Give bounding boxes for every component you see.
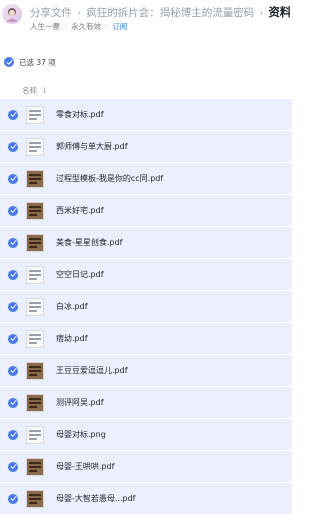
check-icon bbox=[10, 176, 17, 181]
file-thumbnail-icon bbox=[26, 137, 44, 156]
file-name[interactable]: 空空日记.pdf bbox=[56, 269, 104, 280]
check-icon bbox=[10, 336, 17, 341]
check-icon bbox=[10, 496, 17, 501]
file-name[interactable]: 王豆豆爱逗逗儿.pdf bbox=[56, 365, 128, 376]
file-row[interactable]: 母婴-大智若愚母...pdf bbox=[0, 483, 292, 515]
validity-text: 永久有效 bbox=[71, 22, 102, 31]
separator-dot: · bbox=[103, 22, 111, 31]
file-thumbnail-icon bbox=[26, 201, 44, 220]
file-name[interactable]: 郭师傅与单大厨.pdf bbox=[56, 141, 128, 152]
file-name[interactable]: 白冰.pdf bbox=[56, 301, 88, 312]
avatar[interactable] bbox=[2, 4, 22, 24]
file-row[interactable]: 测评阿吴.pdf bbox=[0, 387, 292, 419]
file-row[interactable]: 西米好宅.pdf bbox=[0, 195, 292, 227]
select-all-checkbox[interactable] bbox=[4, 57, 14, 67]
row-checkbox[interactable] bbox=[8, 333, 18, 344]
file-thumbnail-icon bbox=[26, 361, 44, 380]
file-thumbnail-icon bbox=[26, 169, 44, 188]
share-info: 人生一票 · 永久有效 · 订阅 bbox=[30, 21, 127, 33]
row-checkbox[interactable] bbox=[8, 365, 18, 376]
check-icon bbox=[10, 432, 17, 437]
file-row[interactable]: 王豆豆爱逗逗儿.pdf bbox=[0, 355, 292, 387]
file-thumbnail-icon bbox=[26, 105, 44, 124]
column-header: 名称 ↓ bbox=[0, 82, 292, 98]
file-name[interactable]: 西米好宅.pdf bbox=[56, 205, 104, 216]
chevron-right-icon: › bbox=[259, 7, 264, 19]
file-row[interactable]: 空空日记.pdf bbox=[0, 259, 292, 291]
selection-count: 已选 37 项 bbox=[19, 57, 56, 67]
file-name[interactable]: 零食对标.pdf bbox=[56, 109, 104, 120]
check-icon bbox=[10, 272, 17, 277]
file-row[interactable]: 痞幼.pdf bbox=[0, 323, 292, 355]
row-checkbox[interactable] bbox=[8, 237, 18, 248]
breadcrumb-current: 资料 bbox=[268, 5, 290, 19]
file-row[interactable]: 郭师傅与单大厨.pdf bbox=[0, 131, 292, 163]
file-thumbnail-icon bbox=[26, 265, 44, 284]
check-icon bbox=[10, 112, 17, 117]
file-name[interactable]: 母婴-王哄哄.pdf bbox=[56, 461, 114, 472]
chevron-right-icon: › bbox=[77, 7, 82, 19]
breadcrumb-item-folder[interactable]: 疯狂的拆片会：揭秘博主的流量密码 bbox=[86, 7, 254, 19]
row-checkbox[interactable] bbox=[8, 301, 18, 312]
file-list: 零食对标.pdf 郭师傅与单大厨.pdf 过程型模板-我是你的cc同.pdf 西米好宅… bbox=[0, 99, 292, 515]
file-name[interactable]: 测评阿吴.pdf bbox=[56, 397, 104, 408]
subscribe-link[interactable]: 订阅 bbox=[112, 22, 127, 31]
sort-arrow-icon[interactable]: ↓ bbox=[41, 86, 48, 95]
row-checkbox[interactable] bbox=[8, 205, 18, 216]
row-checkbox[interactable] bbox=[8, 269, 18, 280]
breadcrumb-item-share-files[interactable]: 分享文件 bbox=[30, 7, 72, 19]
file-thumbnail-icon bbox=[26, 457, 44, 476]
file-thumbnail-icon bbox=[26, 297, 44, 316]
file-row[interactable]: 母婴对标.png bbox=[0, 419, 292, 451]
owner-name[interactable]: 人生一票 bbox=[30, 22, 60, 31]
file-thumbnail-icon bbox=[26, 233, 44, 252]
column-name-header[interactable]: 名称 bbox=[22, 85, 37, 96]
file-row[interactable]: 美食-星星创食.pdf bbox=[0, 227, 292, 259]
file-name[interactable]: 过程型模板-我是你的cc同.pdf bbox=[56, 173, 163, 184]
avatar-face-icon bbox=[6, 8, 18, 22]
file-name[interactable]: 母婴-大智若愚母...pdf bbox=[56, 493, 136, 504]
file-thumbnail-icon bbox=[26, 393, 44, 412]
check-icon bbox=[10, 368, 17, 373]
file-row[interactable]: 母婴-王哄哄.pdf bbox=[0, 451, 292, 483]
row-checkbox[interactable] bbox=[8, 429, 18, 440]
file-name[interactable]: 痞幼.pdf bbox=[56, 333, 88, 344]
row-checkbox[interactable] bbox=[8, 493, 18, 504]
check-icon bbox=[10, 304, 17, 309]
selection-bar: 已选 37 项 bbox=[0, 54, 292, 70]
file-name[interactable]: 母婴对标.png bbox=[56, 429, 106, 440]
file-name[interactable]: 美食-星星创食.pdf bbox=[56, 237, 122, 248]
file-thumbnail-icon bbox=[26, 489, 44, 508]
share-header: 分享文件 › 疯狂的拆片会：揭秘博主的流量密码 › 资料 人生一票 · 永久有效 · 订… bbox=[0, 0, 292, 42]
row-checkbox[interactable] bbox=[8, 141, 18, 152]
row-checkbox[interactable] bbox=[8, 397, 18, 408]
check-icon bbox=[10, 240, 17, 245]
check-icon bbox=[6, 59, 13, 65]
check-icon bbox=[10, 464, 17, 469]
check-icon bbox=[10, 400, 17, 405]
check-icon bbox=[10, 144, 17, 149]
file-row[interactable]: 零食对标.pdf bbox=[0, 99, 292, 131]
file-thumbnail-icon bbox=[26, 329, 44, 348]
file-row[interactable]: 过程型模板-我是你的cc同.pdf bbox=[0, 163, 292, 195]
row-checkbox[interactable] bbox=[8, 173, 18, 184]
row-checkbox[interactable] bbox=[8, 109, 18, 120]
file-thumbnail-icon bbox=[26, 425, 44, 444]
separator-dot: · bbox=[62, 22, 70, 31]
breadcrumb: 分享文件 › 疯狂的拆片会：揭秘博主的流量密码 › 资料 bbox=[30, 4, 290, 20]
file-row[interactable]: 白冰.pdf bbox=[0, 291, 292, 323]
check-icon bbox=[10, 208, 17, 213]
row-checkbox[interactable] bbox=[8, 461, 18, 472]
